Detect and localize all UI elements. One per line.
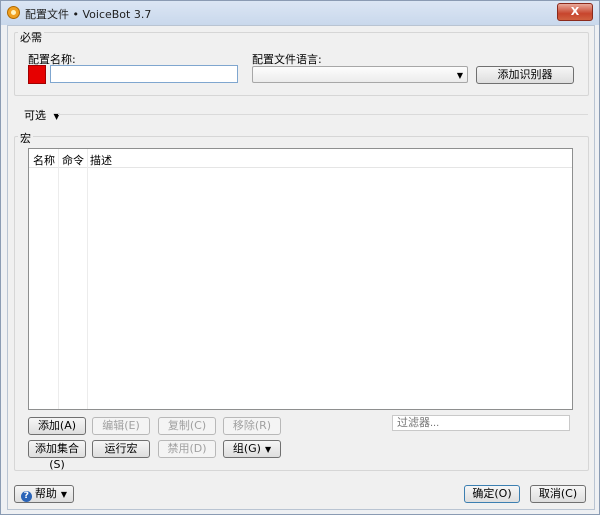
help-icon: ? bbox=[20, 491, 32, 502]
title-bar: 配置文件 • VoiceBot 3.7 X bbox=[1, 1, 599, 25]
help-dropdown-button[interactable]: ? 帮助 ▼ bbox=[14, 485, 74, 503]
disable-macro-button[interactable]: 禁用(D) bbox=[158, 440, 216, 458]
chevron-down-icon: ▼ bbox=[264, 445, 272, 454]
profile-window: 配置文件 • VoiceBot 3.7 X 必需 配置名称: 配置文件语言: ▼… bbox=[0, 0, 600, 515]
profile-name-input[interactable] bbox=[50, 65, 238, 83]
voicebot-app-icon bbox=[7, 6, 20, 19]
help-label: 帮助 bbox=[34, 487, 57, 500]
add-recognizer-button[interactable]: 添加识别器 bbox=[476, 66, 574, 84]
close-button[interactable]: X bbox=[557, 3, 593, 21]
column-command[interactable]: 命令 bbox=[62, 152, 84, 168]
column-name[interactable]: 名称 bbox=[33, 152, 55, 168]
column-separator bbox=[58, 149, 59, 409]
column-description[interactable]: 描述 bbox=[90, 152, 112, 168]
profile-color-picker[interactable] bbox=[28, 65, 46, 84]
add-macro-button[interactable]: 添加(A) bbox=[28, 417, 86, 435]
optional-toggle[interactable]: 可选 ▼ bbox=[24, 107, 60, 123]
macros-group-label: 宏 bbox=[18, 130, 33, 146]
ok-button[interactable]: 确定(O) bbox=[464, 485, 520, 503]
profile-language-select[interactable]: ▼ bbox=[252, 66, 468, 83]
profile-language-label: 配置文件语言: bbox=[252, 53, 322, 66]
group-dropdown-button[interactable]: 组(G) ▼ bbox=[223, 440, 281, 458]
add-collection-button[interactable]: 添加集合(S) bbox=[28, 440, 86, 471]
dialog-body: 必需 配置名称: 配置文件语言: ▼ 添加识别器 可选 ▼ 宏 名称 命令 描述 bbox=[7, 25, 595, 510]
chevron-down-icon: ▼ bbox=[60, 490, 68, 499]
filter-input[interactable] bbox=[392, 415, 570, 431]
group-button-label: 组(G) bbox=[232, 442, 261, 455]
window-title: 配置文件 • VoiceBot 3.7 bbox=[25, 8, 152, 21]
divider bbox=[58, 114, 588, 115]
cancel-button[interactable]: 取消(C) bbox=[530, 485, 586, 503]
optional-label: 可选 bbox=[24, 109, 46, 122]
run-macro-button[interactable]: 运行宏 bbox=[92, 440, 150, 458]
macros-list[interactable]: 名称 命令 描述 bbox=[28, 148, 573, 410]
column-separator bbox=[87, 149, 88, 409]
required-group-label: 必需 bbox=[18, 29, 44, 45]
copy-macro-button[interactable]: 复制(C) bbox=[158, 417, 216, 435]
remove-macro-button[interactable]: 移除(R) bbox=[223, 417, 281, 435]
chevron-down-icon: ▼ bbox=[456, 71, 463, 80]
edit-macro-button[interactable]: 编辑(E) bbox=[92, 417, 150, 435]
macros-list-header: 名称 命令 描述 bbox=[29, 149, 572, 168]
